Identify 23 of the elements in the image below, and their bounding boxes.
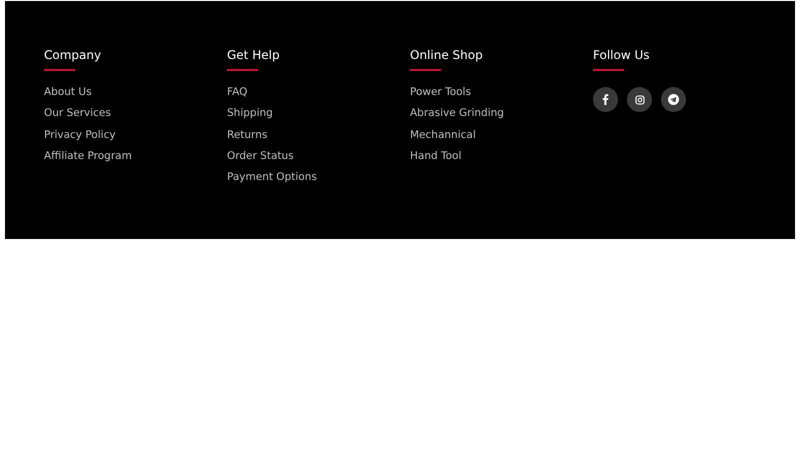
footer-link[interactable]: Our Services [44,106,111,120]
column-heading: Get Help [227,47,280,63]
facebook-icon [602,94,609,105]
column-heading: Company [44,47,102,63]
social-button[interactable] [593,87,618,112]
paper-plane-icon [668,94,679,105]
column-heading: Online Shop [410,47,483,63]
camera-icon [634,94,644,104]
footer-link[interactable]: Order Status [227,148,294,163]
footer-link[interactable]: Hand Tool [410,148,462,163]
footer-link[interactable]: Abrasive Grinding [410,106,504,120]
social-button[interactable] [661,87,686,112]
footer-link[interactable]: Shipping [227,106,273,120]
footer-link[interactable]: Mechannical [410,128,476,142]
footer-link[interactable]: Affiliate Program [44,148,132,163]
footer-link[interactable]: Privacy Policy [44,128,116,142]
footer-link[interactable]: About Us [44,85,92,99]
footer-link[interactable]: Returns [227,128,268,142]
social-button[interactable] [627,87,652,112]
footer-link[interactable]: Power Tools [410,85,471,99]
column-heading: Follow Us [593,47,650,63]
footer-link[interactable]: Payment Options [227,170,317,184]
footer-link[interactable]: FAQ [227,85,248,99]
